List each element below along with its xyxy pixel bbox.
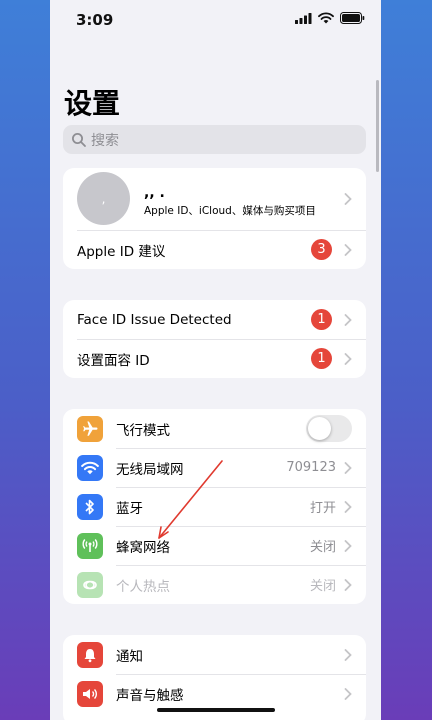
personal-hotspot-label: 个人热点 bbox=[116, 578, 170, 595]
apple-id-profile-row[interactable]: , ,, . Apple ID、iCloud、媒体与购买项目 bbox=[63, 168, 366, 230]
airplane-mode-row: 飞行模式 bbox=[63, 409, 366, 448]
chevron-right-icon bbox=[344, 687, 352, 700]
personal-hotspot-row[interactable]: 个人热点 关闭 bbox=[63, 565, 366, 604]
airplane-mode-label: 飞行模式 bbox=[116, 422, 170, 439]
face-id-issue-label: Face ID Issue Detected bbox=[77, 311, 232, 328]
profile-name: ,, . bbox=[144, 185, 165, 201]
apple-id-card: , ,, . Apple ID、iCloud、媒体与购买项目 Apple ID … bbox=[63, 168, 366, 269]
chevron-right-icon bbox=[344, 243, 352, 256]
chevron-right-icon bbox=[344, 500, 352, 513]
search-icon bbox=[72, 132, 86, 147]
bell-icon bbox=[77, 641, 103, 668]
chevron-right-icon bbox=[344, 461, 352, 474]
airplane-icon bbox=[77, 415, 103, 442]
wifi-icon bbox=[77, 454, 103, 481]
page-title: 设置 bbox=[64, 87, 121, 120]
battery-icon bbox=[340, 12, 365, 24]
avatar-text: , bbox=[101, 191, 106, 206]
connectivity-card: 飞行模式 无线局域网 709123 蓝牙 打开 蜂窝网络 关闭 个人热点 关闭 bbox=[63, 409, 366, 604]
notification-badge: 1 bbox=[311, 309, 332, 330]
setup-face-id-row[interactable]: 设置面容 ID 1 bbox=[63, 339, 366, 378]
scrollbar[interactable] bbox=[376, 80, 379, 172]
chevron-right-icon bbox=[344, 578, 352, 591]
chevron-right-icon bbox=[344, 193, 352, 205]
status-time: 3:09 bbox=[76, 11, 114, 29]
home-indicator[interactable] bbox=[157, 708, 275, 712]
sounds-haptics-label: 声音与触感 bbox=[116, 687, 184, 704]
cellular-signal-icon bbox=[295, 12, 312, 24]
notification-badge: 3 bbox=[311, 239, 332, 260]
cellular-value: 关闭 bbox=[309, 540, 336, 555]
avatar: , bbox=[77, 172, 130, 225]
bluetooth-row[interactable]: 蓝牙 打开 bbox=[63, 487, 366, 526]
search-input[interactable]: 搜索 bbox=[63, 125, 366, 154]
wifi-row[interactable]: 无线局域网 709123 bbox=[63, 448, 366, 487]
face-id-issue-row[interactable]: Face ID Issue Detected 1 bbox=[63, 300, 366, 339]
airplane-mode-toggle[interactable] bbox=[306, 415, 352, 442]
wifi-label: 无线局域网 bbox=[116, 461, 184, 478]
apple-id-suggestions-label: Apple ID 建议 bbox=[77, 243, 166, 260]
bluetooth-value: 打开 bbox=[309, 501, 336, 516]
bluetooth-icon bbox=[77, 493, 103, 520]
cellular-label: 蜂窝网络 bbox=[116, 539, 170, 556]
status-icons bbox=[295, 12, 365, 24]
wifi-status-icon bbox=[318, 12, 334, 24]
notifications-row[interactable]: 通知 bbox=[63, 635, 366, 674]
chevron-right-icon bbox=[344, 313, 352, 326]
status-bar: 3:09 bbox=[50, 0, 381, 40]
bluetooth-label: 蓝牙 bbox=[116, 500, 143, 517]
personal-hotspot-value: 关闭 bbox=[309, 579, 336, 594]
chevron-right-icon bbox=[344, 539, 352, 552]
settings-screen: 3:09 设置 搜索 , ,, . Apple ID、iCloud、媒体与购买项… bbox=[50, 0, 381, 720]
notifications-label: 通知 bbox=[116, 648, 143, 665]
face-id-alerts-card: Face ID Issue Detected 1 设置面容 ID 1 bbox=[63, 300, 366, 378]
profile-subtitle: Apple ID、iCloud、媒体与购买项目 bbox=[144, 205, 316, 217]
setup-face-id-label: 设置面容 ID bbox=[77, 352, 150, 369]
notification-badge: 1 bbox=[311, 348, 332, 369]
cellular-row[interactable]: 蜂窝网络 关闭 bbox=[63, 526, 366, 565]
chevron-right-icon bbox=[344, 648, 352, 661]
apple-id-suggestions-row[interactable]: Apple ID 建议 3 bbox=[63, 230, 366, 269]
antenna-icon bbox=[77, 532, 103, 559]
wifi-network-value: 709123 bbox=[286, 460, 336, 475]
chevron-right-icon bbox=[344, 352, 352, 365]
hotspot-icon bbox=[77, 571, 103, 598]
speaker-icon bbox=[77, 680, 103, 707]
search-placeholder: 搜索 bbox=[91, 132, 119, 149]
